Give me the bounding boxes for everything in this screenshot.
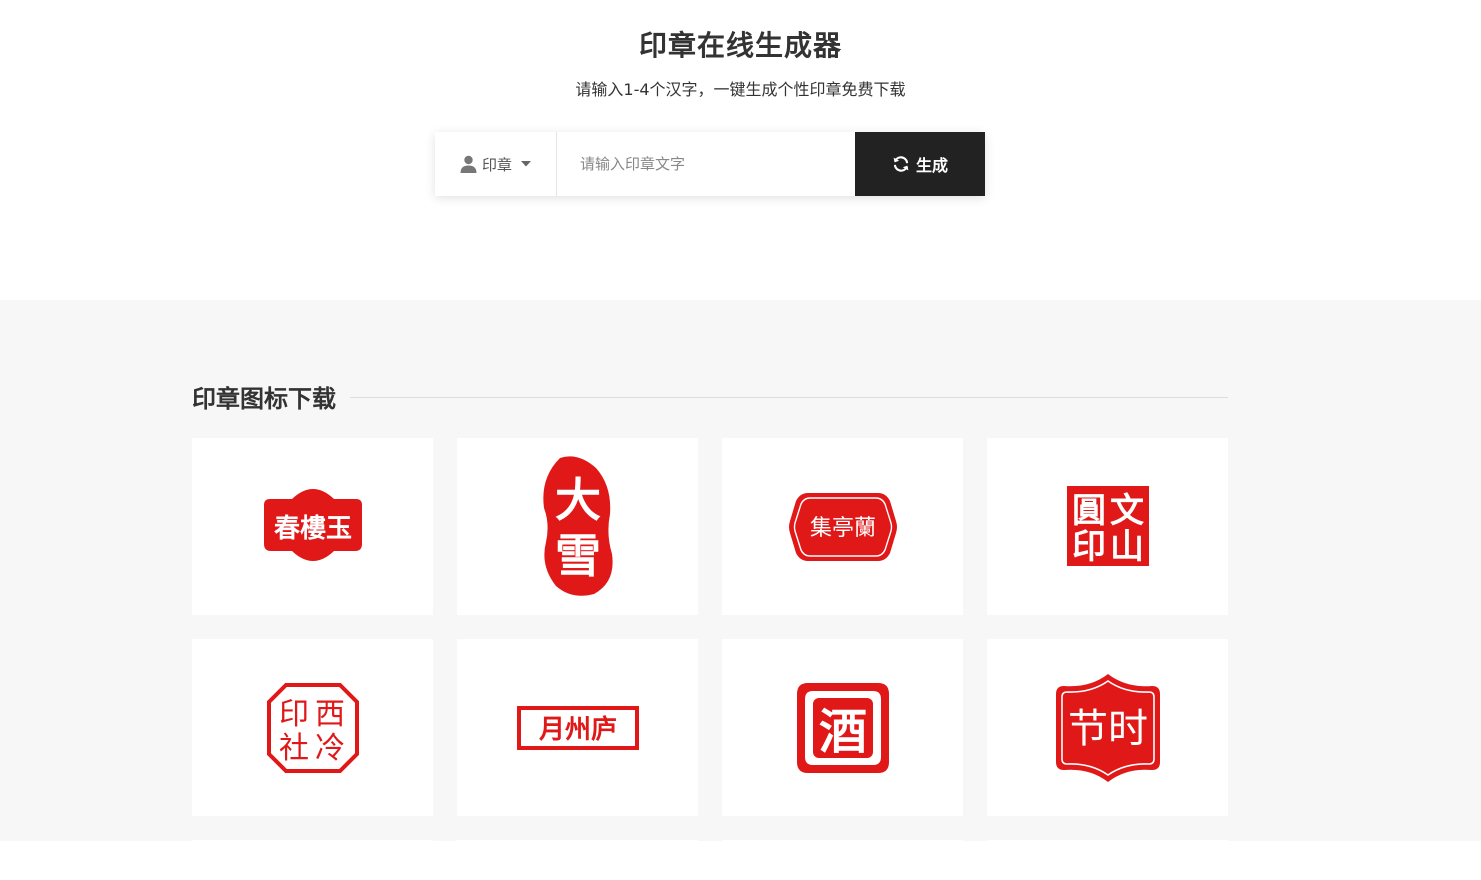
section-title: 印章图标下载 — [192, 384, 336, 413]
generate-button[interactable]: 生成 — [855, 132, 985, 196]
stamp-text: 节时 — [1068, 706, 1148, 752]
stamp-card[interactable]: 酒 — [722, 639, 963, 816]
stamp-image: 大 雪 — [542, 456, 613, 596]
stamp-card[interactable]: 月州庐 — [457, 639, 698, 816]
stamp-text: 集亭蘭 — [809, 516, 875, 541]
stamp-text: 社 — [279, 731, 309, 766]
page-subtitle: 请输入1-4个汉字，一键生成个性印章免费下载 — [575, 80, 906, 99]
page-title: 印章在线生成器 — [638, 29, 842, 62]
stamp-text: 大 — [555, 473, 601, 527]
stamp-card[interactable]: 集亭蘭 — [722, 438, 963, 615]
generate-button-label: 生成 — [915, 156, 948, 175]
search-bar: 印章 生成 — [435, 132, 985, 196]
stamp-text: 西 — [315, 697, 345, 732]
stamp-text: 文 — [1110, 491, 1144, 531]
stamp-image: 印 西 社 冷 — [266, 682, 359, 773]
stamp-text: 酒 — [818, 704, 866, 760]
stamp-text: 冷 — [315, 731, 345, 766]
stamp-text: 印 — [1072, 527, 1106, 567]
caret-down-icon — [521, 161, 531, 167]
stamp-image: 酒 — [796, 682, 889, 773]
user-icon — [460, 155, 477, 173]
stamp-card-partial[interactable] — [722, 840, 963, 880]
stamp-card[interactable]: 大 雪 — [457, 438, 698, 615]
stamp-card-partial[interactable] — [457, 840, 698, 880]
stamp-image: 春樓玉 — [263, 488, 362, 561]
stamp-text: 印 — [279, 697, 309, 732]
stamp-image: 月州庐 — [516, 705, 639, 750]
seal-type-dropdown[interactable]: 印章 — [435, 132, 557, 196]
stamp-image: 圓 文 印 山 — [1066, 485, 1149, 567]
stamp-card[interactable]: 节时 — [987, 639, 1228, 816]
stamp-text: 春樓玉 — [273, 513, 351, 544]
stamp-card[interactable]: 圓 文 印 山 — [987, 438, 1228, 615]
hero-section: 印章在线生成器 请输入1-4个汉字，一键生成个性印章免费下载 印章 生成 — [0, 0, 1481, 300]
stamp-card[interactable]: 春樓玉 — [192, 438, 433, 615]
stamp-text: 圓 — [1072, 491, 1106, 531]
section-header: 印章图标下载 — [192, 380, 1228, 413]
stamp-card[interactable]: 印 西 社 冷 — [192, 639, 433, 816]
seal-text-input[interactable] — [557, 132, 855, 196]
stamp-text: 山 — [1110, 527, 1144, 567]
stamp-text: 月州庐 — [537, 714, 616, 745]
stamp-text: 雪 — [555, 529, 601, 583]
stamp-card-partial[interactable] — [192, 840, 433, 880]
stamp-image: 节时 — [1055, 673, 1160, 782]
stamp-gallery-section: 印章图标下载 春樓玉 大 雪 集亭蘭 圓 文 印 山 印 西 社 冷 月州庐 酒… — [0, 300, 1481, 880]
refresh-icon — [893, 156, 909, 172]
stamp-grid: 春樓玉 大 雪 集亭蘭 圓 文 印 山 印 西 社 冷 月州庐 酒 节时 — [192, 438, 1228, 880]
section-divider — [350, 396, 1228, 398]
seal-type-label: 印章 — [481, 155, 512, 174]
stamp-card-partial[interactable] — [987, 840, 1228, 880]
stamp-image: 集亭蘭 — [788, 492, 897, 561]
